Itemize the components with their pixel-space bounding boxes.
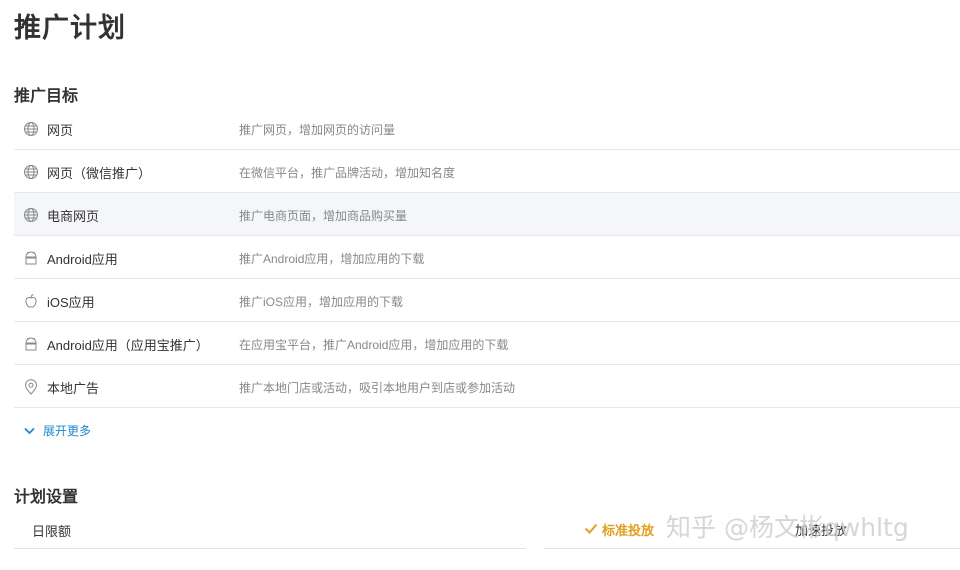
globe-icon [22,120,39,137]
daily-budget-label: 日限额 [32,524,72,539]
goal-item-local-ads[interactable]: 本地广告 推广本地门店或活动，吸引本地用户到店或参加活动 [14,365,960,408]
goal-item-name: iOS应用 [47,295,95,310]
standard-delivery-option[interactable]: 标准投放 [584,520,654,539]
goal-item-ecommerce-page[interactable]: 电商网页 推广电商页面，增加商品购买量 [14,193,960,236]
goal-item-desc: 在应用宝平台，推广Android应用，增加应用的下载 [239,338,509,352]
goal-item-name: Android应用（应用宝推广） [47,338,209,353]
apple-icon [22,292,39,309]
goal-item-android-yingyongbao[interactable]: Android应用（应用宝推广） 在应用宝平台，推广Android应用，增加应用… [14,322,960,365]
globe-icon [22,206,39,223]
daily-budget-row[interactable]: 日限额 [14,514,526,549]
goal-section-title: 推广目标 [14,88,79,105]
goal-item-name: Android应用 [47,252,118,267]
goal-item-name: 网页（微信推广） [47,166,152,181]
plan-section-title: 计划设置 [14,489,79,506]
globe-icon [22,163,39,180]
goal-item-desc: 推广电商页面，增加商品购买量 [239,209,408,223]
goal-item-desc: 在微信平台，推广品牌活动，增加知名度 [239,166,456,180]
goal-item-webpage[interactable]: 网页 推广网页，增加网页的访问量 [14,107,960,150]
chevron-down-icon [24,424,35,438]
check-icon [584,522,598,537]
goal-item-name: 网页 [47,123,74,138]
expand-more-label: 展开更多 [43,424,92,438]
goal-item-webpage-wechat[interactable]: 网页（微信推广） 在微信平台，推广品牌活动，增加知名度 [14,150,960,193]
expand-more-link[interactable]: 展开更多 [24,422,91,439]
location-pin-icon [22,378,39,395]
goal-item-desc: 推广网页，增加网页的访问量 [239,123,396,137]
page-title: 推广计划 [14,13,126,43]
goal-item-ios-app[interactable]: iOS应用 推广iOS应用，增加应用的下载 [14,279,960,322]
android-icon [22,249,39,266]
goal-item-desc: 推广本地门店或活动，吸引本地用户到店或参加活动 [239,381,516,395]
goal-list: 网页 推广网页，增加网页的访问量 网页（微信推广） 在微信平台，推广品牌活动，增… [14,107,960,408]
goal-item-name: 本地广告 [47,381,100,396]
goal-item-android-app[interactable]: Android应用 推广Android应用，增加应用的下载 [14,236,960,279]
android-icon [22,335,39,352]
standard-delivery-label: 标准投放 [602,523,655,538]
accelerated-delivery-option[interactable]: 加速投放 [795,520,847,539]
goal-item-desc: 推广Android应用，增加应用的下载 [239,252,425,266]
goal-item-name: 电商网页 [47,209,100,224]
goal-item-desc: 推广iOS应用，增加应用的下载 [239,295,404,309]
